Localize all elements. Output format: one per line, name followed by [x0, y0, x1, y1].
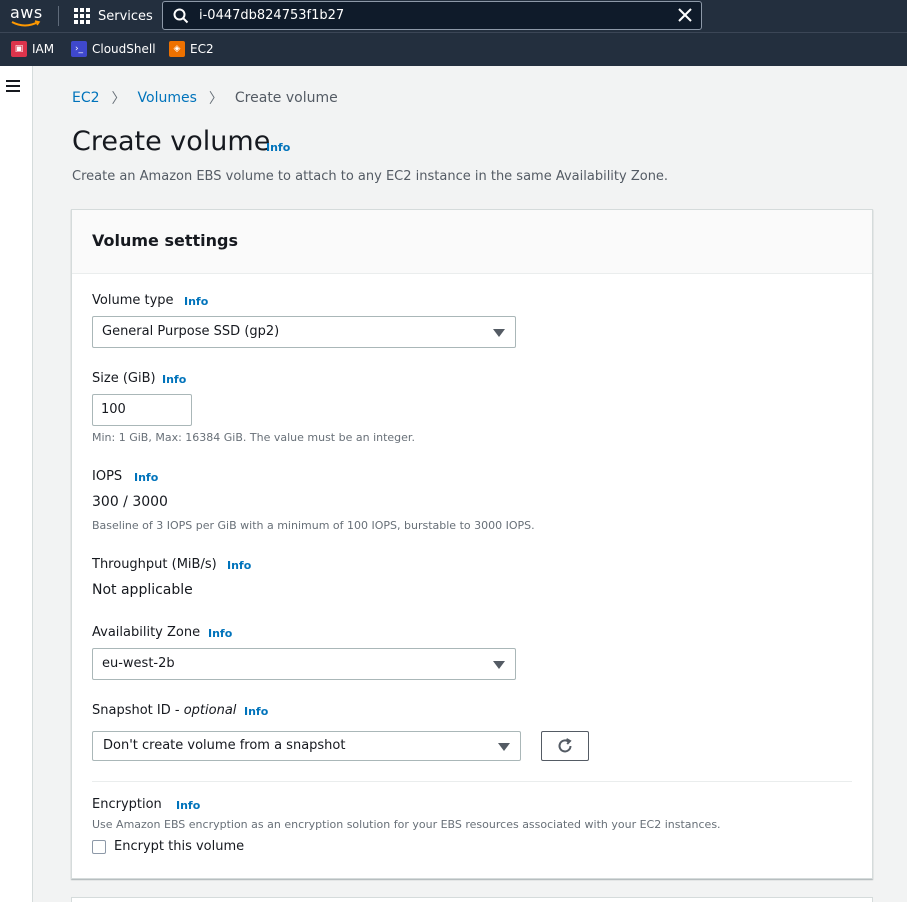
encrypt-volume-label[interactable]: Encrypt this volume: [114, 839, 244, 854]
aws-logo[interactable]: aws: [10, 3, 46, 29]
grid-icon: [74, 8, 90, 24]
favorite-iam[interactable]: ▣ IAM: [11, 41, 54, 57]
size-info-link[interactable]: Info: [162, 373, 186, 386]
services-label: Services: [98, 8, 153, 24]
panel-title: Volume settings: [92, 231, 238, 250]
favorite-label: CloudShell: [92, 42, 156, 56]
size-hint: Min: 1 GiB, Max: 16384 GiB. The value mu…: [92, 431, 415, 444]
chevron-right-icon: 〉: [111, 91, 126, 107]
refresh-snapshots-button[interactable]: [541, 731, 589, 761]
encryption-info-link[interactable]: Info: [176, 799, 200, 812]
breadcrumb: EC2 〉 Volumes 〉 Create volume: [72, 88, 338, 108]
iops-label: IOPS: [92, 469, 123, 484]
favorites-bar: ▣ IAM ›_ CloudShell ◈ EC2: [0, 32, 907, 66]
cloudshell-icon: ›_: [71, 41, 87, 57]
search-icon: [173, 8, 189, 24]
throughput-value: Not applicable: [92, 582, 193, 598]
favorite-label: EC2: [190, 42, 214, 56]
caret-down-icon: [498, 743, 510, 751]
size-value: 100: [101, 402, 126, 417]
page-info-link[interactable]: Info: [266, 141, 290, 154]
services-menu-button[interactable]: Services: [74, 5, 153, 27]
favorite-label: IAM: [32, 42, 55, 56]
iops-hint: Baseline of 3 IOPS per GiB with a minimu…: [92, 519, 535, 532]
next-panel-edge: [71, 897, 873, 902]
volume-type-select[interactable]: General Purpose SSD (gp2): [92, 316, 516, 348]
snapshot-label: Snapshot ID - optional: [92, 703, 236, 718]
snapshot-label-text: Snapshot ID -: [92, 703, 184, 718]
snapshot-select[interactable]: Don't create volume from a snapshot: [92, 731, 521, 761]
clear-search-icon[interactable]: [677, 7, 693, 23]
favorite-ec2[interactable]: ◈ EC2: [169, 41, 214, 57]
iam-icon: ▣: [11, 41, 27, 57]
throughput-info-link[interactable]: Info: [227, 559, 251, 572]
size-label: Size (GiB): [92, 371, 156, 386]
availability-zone-info-link[interactable]: Info: [208, 627, 232, 640]
section-divider: [92, 781, 852, 782]
volume-type-label: Volume type: [92, 293, 174, 308]
breadcrumb-current: Create volume: [234, 90, 338, 106]
side-navigation-rail: [0, 66, 33, 902]
encryption-label: Encryption: [92, 797, 162, 812]
throughput-label: Throughput (MiB/s): [92, 557, 217, 572]
top-navigation: aws Services i-0447db824753f1b27 ▣ IAM ›…: [0, 0, 907, 66]
chevron-right-icon: 〉: [208, 91, 223, 107]
caret-down-icon: [493, 329, 505, 337]
refresh-icon: [558, 738, 572, 753]
availability-zone-select[interactable]: eu-west-2b: [92, 648, 516, 680]
iops-info-link[interactable]: Info: [134, 471, 158, 484]
favorite-cloudshell[interactable]: ›_ CloudShell: [71, 41, 156, 57]
panel-header: Volume settings: [72, 210, 872, 274]
snapshot-value: Don't create volume from a snapshot: [103, 738, 346, 753]
breadcrumb-link-volumes[interactable]: Volumes: [138, 90, 197, 106]
breadcrumb-link-ec2[interactable]: EC2: [72, 90, 100, 106]
search-input[interactable]: i-0447db824753f1b27: [162, 1, 702, 30]
top-nav-row: aws Services i-0447db824753f1b27: [0, 0, 907, 32]
size-input[interactable]: 100: [92, 394, 192, 426]
page-description: Create an Amazon EBS volume to attach to…: [72, 169, 669, 184]
encryption-hint: Use Amazon EBS encryption as an encrypti…: [92, 818, 721, 831]
availability-zone-value: eu-west-2b: [102, 656, 175, 671]
page-title: Create volume: [72, 126, 271, 157]
snapshot-label-optional: optional: [183, 703, 237, 718]
volume-type-info-link[interactable]: Info: [184, 295, 208, 308]
caret-down-icon: [493, 661, 505, 669]
nav-divider: [58, 6, 59, 26]
iops-value: 300 / 3000: [92, 494, 168, 510]
volume-type-value: General Purpose SSD (gp2): [102, 324, 280, 339]
volume-settings-panel: Volume settings: [71, 209, 873, 879]
menu-icon[interactable]: [6, 80, 20, 95]
ec2-icon: ◈: [169, 41, 185, 57]
encrypt-volume-checkbox[interactable]: [92, 840, 106, 854]
snapshot-info-link[interactable]: Info: [244, 705, 268, 718]
search-value: i-0447db824753f1b27: [199, 8, 345, 23]
availability-zone-label: Availability Zone: [92, 625, 201, 640]
aws-smile-icon: [11, 20, 41, 27]
